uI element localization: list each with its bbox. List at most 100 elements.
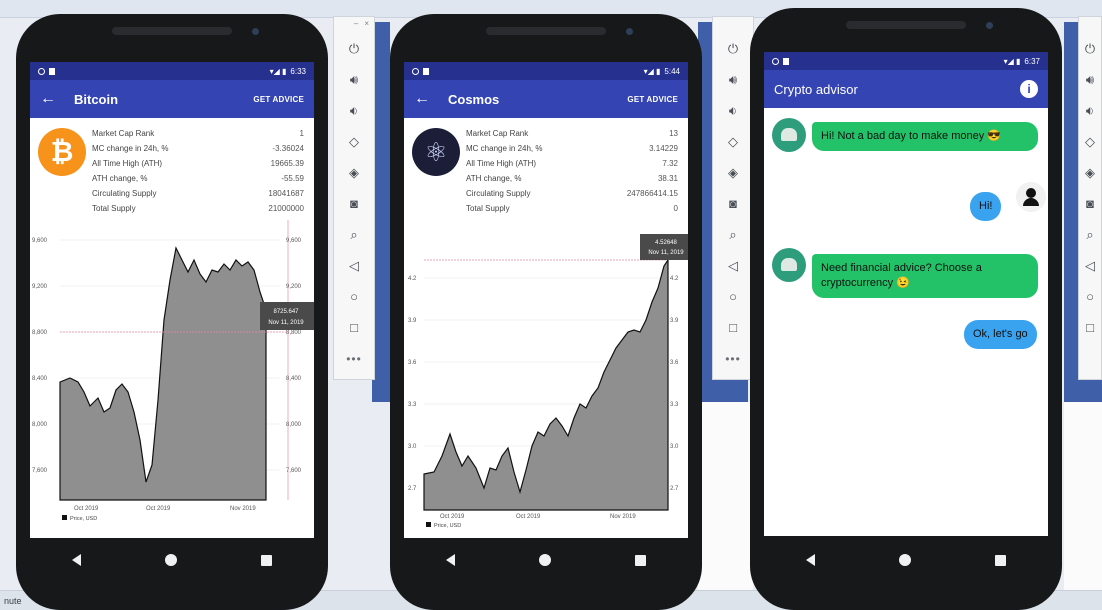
nav-home-icon[interactable] (899, 554, 911, 566)
power-icon[interactable]: ⏻ (334, 33, 374, 64)
stat-value: -55.59 (281, 174, 304, 183)
y-tick-label: 7,600 (32, 468, 48, 474)
rotate-right-icon[interactable]: ◈ (713, 157, 753, 188)
info-glyph: i (1027, 82, 1031, 96)
get-advice-button[interactable]: GET ADVICE (627, 95, 678, 104)
volume-up-icon[interactable]: 🔊︎ (713, 64, 753, 95)
rotate-left-icon[interactable]: ◇ (334, 126, 374, 157)
zoom-icon[interactable]: ⌕ (334, 219, 374, 250)
get-advice-button[interactable]: GET ADVICE (253, 95, 304, 104)
tooltip-date: Nov 11, 2019 (268, 320, 304, 326)
stat-row: Circulating Supply 18041687 (92, 186, 304, 201)
rotate-right-icon[interactable]: ◈ (334, 157, 374, 188)
stat-label: Market Cap Rank (466, 129, 529, 138)
y-tick-label: 3.0 (670, 444, 679, 450)
nav-recents-icon[interactable] (995, 554, 1006, 566)
rotate-left-icon[interactable]: ◇ (1079, 126, 1101, 157)
x-tick-label: Oct 2019 (146, 506, 171, 512)
tooltip-value: 4.52648 (655, 240, 677, 246)
stat-row: ATH change, % 38.31 (466, 171, 678, 186)
tooltip-value: 8725.647 (273, 309, 299, 315)
y-tick-label: 3.3 (670, 402, 679, 408)
camera-icon[interactable]: ◙ (334, 188, 374, 219)
tooltip-box (640, 234, 688, 260)
close-button[interactable]: × (364, 19, 369, 33)
rotate-left-icon[interactable]: ◇ (713, 126, 753, 157)
stats-table: Market Cap Rank 13 MC change in 24h, % 3.1… (466, 126, 678, 216)
phone-cosmos: ▾◢ ▮ 5:44 ← Cosmos GET ADVICE ⚛ Market Ca… (390, 14, 702, 610)
back-icon[interactable]: ◁ (713, 250, 753, 281)
volume-down-icon[interactable]: 🔉︎ (1079, 95, 1101, 126)
volume-down-icon[interactable]: 🔉︎ (713, 95, 753, 126)
android-nav-bar (404, 540, 688, 580)
legend-swatch (62, 515, 67, 520)
page-title: Crypto advisor (774, 81, 858, 97)
nav-home-icon[interactable] (165, 554, 177, 566)
stat-row: All Time High (ATH) 7.32 (466, 156, 678, 171)
back-arrow-icon[interactable]: ← (414, 90, 448, 108)
emulator-toolbar: ⏻ 🔊︎ 🔉︎ ◇ ◈ ◙ ⌕ ◁ ○ □ (1078, 16, 1102, 380)
more-icon[interactable]: ••• (713, 343, 753, 374)
stat-value: 247866414.15 (626, 189, 678, 198)
y-axis-left: 9,600 9,200 8,800 8,400 8,000 7,600 (32, 238, 48, 474)
home-icon[interactable]: ○ (1079, 281, 1101, 312)
zoom-icon[interactable]: ⌕ (1079, 219, 1101, 250)
sd-card-icon (783, 57, 789, 65)
sd-card-icon (49, 67, 55, 75)
front-camera (252, 28, 259, 35)
front-camera (626, 28, 633, 35)
nav-home-icon[interactable] (539, 554, 551, 566)
nav-recents-icon[interactable] (261, 554, 272, 566)
app-bar: ← Cosmos GET ADVICE (404, 80, 688, 118)
back-icon[interactable]: ◁ (1079, 250, 1101, 281)
front-camera (986, 22, 993, 29)
overview-icon[interactable]: □ (334, 312, 374, 343)
stat-value: 21000000 (268, 204, 304, 213)
power-icon[interactable]: ⏻ (1079, 33, 1101, 64)
minimize-button[interactable]: – (354, 19, 358, 33)
stats-table: Market Cap Rank 1 MC change in 24h, % -3.3… (92, 126, 304, 216)
stat-value: -3.36024 (272, 144, 304, 153)
stat-value: 3.14229 (649, 144, 678, 153)
price-chart[interactable]: 9,600 9,200 8,800 8,400 8,000 7,600 9,60… (30, 220, 314, 530)
overview-icon[interactable]: □ (1079, 312, 1101, 343)
nav-back-icon[interactable] (72, 554, 81, 566)
emulator-toolbar: – × ⏻ 🔊︎ 🔉︎ ◇ ◈ ◙ ⌕ ◁ ○ □ ••• (333, 16, 375, 380)
stat-label: Total Supply (92, 204, 136, 213)
app-bar: ← Bitcoin GET ADVICE (30, 80, 314, 118)
nav-back-icon[interactable] (806, 554, 815, 566)
android-nav-bar (30, 540, 314, 580)
info-icon[interactable]: i (1020, 80, 1038, 98)
camera-icon[interactable]: ◙ (1079, 188, 1101, 219)
overview-icon[interactable]: □ (713, 312, 753, 343)
bot-message: Need financial advice? Choose a cryptocu… (812, 254, 1038, 298)
volume-up-icon[interactable]: 🔊︎ (334, 64, 374, 95)
zoom-icon[interactable]: ⌕ (713, 219, 753, 250)
user-message: Ok, let's go (964, 320, 1037, 349)
power-icon[interactable]: ⏻ (713, 33, 753, 64)
logo-glyph: ⚛ (424, 136, 448, 167)
camera-icon[interactable]: ◙ (713, 188, 753, 219)
status-time: 6:33 (290, 66, 306, 76)
stat-row: MC change in 24h, % 3.14229 (466, 141, 678, 156)
logo-glyph: ₿ (50, 136, 74, 167)
volume-down-icon[interactable]: 🔉︎ (334, 95, 374, 126)
back-arrow-icon[interactable]: ← (40, 90, 74, 108)
y-tick-label: 3.6 (670, 360, 679, 366)
back-icon[interactable]: ◁ (334, 250, 374, 281)
home-icon[interactable]: ○ (713, 281, 753, 312)
price-chart[interactable]: 4.2 3.9 3.6 3.3 3.0 2.7 4.2 3.9 3.6 3.3 … (404, 220, 688, 530)
status-bar: ▾◢ ▮ 5:44 (404, 62, 688, 80)
y-tick-label: 8,800 (286, 330, 302, 336)
chat-list: Hi! Not a bad day to make money 😎 Hi! Ne… (764, 108, 1048, 528)
more-icon[interactable]: ••• (334, 343, 374, 374)
rotate-right-icon[interactable]: ◈ (1079, 157, 1101, 188)
screen: ▾◢ ▮ 5:44 ← Cosmos GET ADVICE ⚛ Market Ca… (404, 62, 688, 538)
app-bar: Crypto advisor i (764, 70, 1048, 108)
nav-back-icon[interactable] (446, 554, 455, 566)
nav-recents-icon[interactable] (635, 554, 646, 566)
legend-label: Price, USD (70, 516, 97, 522)
y-tick-label: 3.6 (408, 360, 417, 366)
volume-up-icon[interactable]: 🔊︎ (1079, 64, 1101, 95)
home-icon[interactable]: ○ (334, 281, 374, 312)
